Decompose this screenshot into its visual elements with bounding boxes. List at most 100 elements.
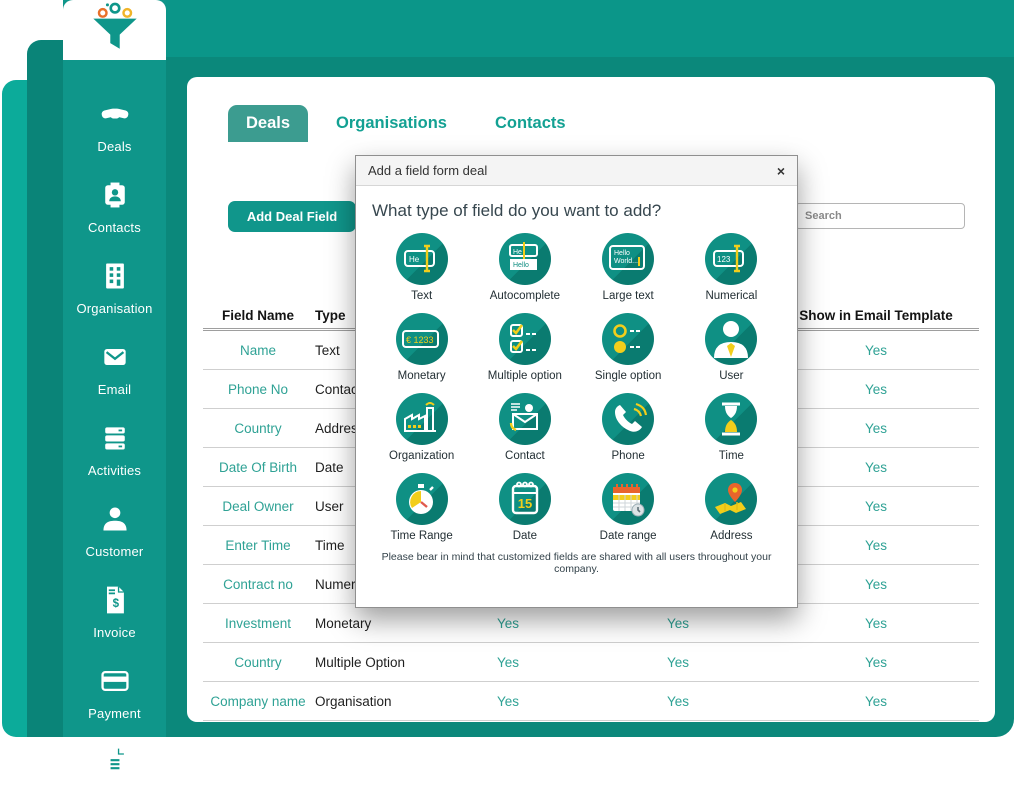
svg-text:$: $ <box>112 598 119 610</box>
yes-cell: Yes <box>666 693 690 709</box>
sidebar-item-label: Deals <box>97 139 132 154</box>
sidebar-item-label: Customer <box>85 544 144 559</box>
sidebar-nav: Deals Contacts Organisation Email Activi… <box>63 98 166 802</box>
tile-label: Time <box>718 450 744 462</box>
text-field-icon: He <box>395 233 448 285</box>
field-type-tile-user[interactable]: User <box>681 313 781 382</box>
yes-cell: Yes <box>864 498 888 514</box>
add-deal-field-button[interactable]: Add Deal Field <box>228 201 356 232</box>
sidebar-item-activities[interactable]: Activities <box>63 422 166 478</box>
sidebar-item-customer[interactable]: Customer <box>63 503 166 559</box>
sidebar-item-payment[interactable]: Payment <box>63 665 166 721</box>
field-name-link[interactable]: Deal Owner <box>203 499 313 514</box>
sidebar-item-label: Organisation <box>76 301 153 316</box>
dialog-heading: What type of field do you want to add? <box>372 201 662 220</box>
sidebar-item-contacts[interactable]: Contacts <box>63 179 166 235</box>
field-type-tile-address[interactable]: Address <box>681 473 781 542</box>
field-type-tile-monetary[interactable]: € 1233 Monetary <box>372 313 472 382</box>
tile-label: Monetary <box>397 370 446 382</box>
sidebar-item-label: Invoice <box>93 625 136 640</box>
background-strip-dark <box>27 40 63 737</box>
yes-cell: Yes <box>864 615 888 631</box>
field-name-link[interactable]: Date Of Birth <box>203 460 313 475</box>
tab-deals[interactable]: Deals <box>228 105 309 142</box>
field-name-link[interactable]: Phone No <box>203 382 313 397</box>
field-type-tile-numerical[interactable]: 123 Numerical <box>681 233 781 302</box>
time-range-icon <box>395 473 448 525</box>
field-type-tile-text[interactable]: He Text <box>372 233 472 302</box>
tile-label: Large text <box>602 290 654 302</box>
sidebar-item-label: Contacts <box>88 220 141 235</box>
dialog-header: Add a field form deal × <box>356 156 797 186</box>
field-type-tile-phone[interactable]: Phone <box>578 393 678 462</box>
field-type-tile-single-option[interactable]: Single option <box>578 313 678 382</box>
contact-card-icon <box>99 179 131 216</box>
yes-cell: Yes <box>864 420 888 436</box>
tile-label: Single option <box>594 370 662 382</box>
yes-cell: Yes <box>496 615 520 631</box>
field-name-link[interactable]: Country <box>203 421 313 436</box>
svg-text:123: 123 <box>717 255 731 264</box>
tile-label: Autocomplete <box>489 290 561 302</box>
background-strip-bright <box>2 80 27 737</box>
field-name-link[interactable]: Name <box>203 343 313 358</box>
tile-label: Numerical <box>705 290 758 302</box>
tile-label: Text <box>411 290 433 302</box>
yes-cell: Yes <box>864 342 888 358</box>
field-type-cell: Monetary <box>315 615 372 631</box>
field-name-link[interactable]: Company name <box>203 694 313 709</box>
sidebar-item-invoice[interactable]: $ Invoice <box>63 584 166 640</box>
yes-cell: Yes <box>666 654 690 670</box>
field-type-tile-contact[interactable]: Contact <box>475 393 575 462</box>
app-logo[interactable] <box>63 0 166 60</box>
col-header-field-name: Field Name <box>221 308 295 323</box>
yes-cell: Yes <box>496 654 520 670</box>
handshake-icon <box>99 98 131 135</box>
yes-cell: Yes <box>864 654 888 670</box>
field-type-tile-organization[interactable]: Organization <box>372 393 472 462</box>
search-input[interactable] <box>795 203 965 229</box>
field-name-link[interactable]: Country <box>203 655 313 670</box>
tile-label: Contact <box>505 450 545 462</box>
svg-text:World....: World.... <box>614 258 640 265</box>
date-icon: 15 <box>498 473 551 525</box>
field-name-link[interactable]: Contract no <box>203 577 313 592</box>
yes-cell: Yes <box>864 459 888 475</box>
sidebar-item-reports[interactable]: Reports <box>63 746 166 802</box>
field-type-tile-multiple-option[interactable]: Multiple option <box>475 313 575 382</box>
field-type-tile-date-range[interactable]: Date range <box>578 473 678 542</box>
large-text-icon: Hello World.... <box>602 233 655 285</box>
sidebar-item-deals[interactable]: Deals <box>63 98 166 154</box>
invoice-icon: $ <box>99 584 131 621</box>
report-icon <box>99 746 131 783</box>
sidebar-item-organisation[interactable]: Organisation <box>63 260 166 316</box>
field-type-tile-large-text[interactable]: Hello World.... Large text <box>578 233 678 302</box>
organization-icon <box>395 393 448 445</box>
numerical-icon: 123 <box>705 233 758 285</box>
funnel-logo-icon <box>82 1 148 60</box>
yes-cell: Yes <box>666 615 690 631</box>
tab-organisations[interactable]: Organisations <box>316 105 467 142</box>
dialog-title: Add a field form deal <box>368 163 488 178</box>
table-row: Investment Monetary Yes Yes Yes <box>203 604 979 643</box>
sidebar-item-email[interactable]: Email <box>63 341 166 397</box>
field-type-tile-autocomplete[interactable]: He Hello Autocomplete <box>475 233 575 302</box>
field-type-tile-time[interactable]: Time <box>681 393 781 462</box>
field-name-link[interactable]: Investment <box>203 616 313 631</box>
col-header-email-template: Show in Email Template <box>799 308 953 323</box>
yes-cell: Yes <box>864 693 888 709</box>
dialog-note: Please bear in mind that customized fiel… <box>381 551 772 575</box>
svg-text:Hello: Hello <box>614 250 630 257</box>
svg-text:€ 1233: € 1233 <box>406 335 434 345</box>
field-type-tile-date[interactable]: 15 Date <box>475 473 575 542</box>
user-icon <box>705 313 758 365</box>
tab-contacts[interactable]: Contacts <box>475 105 586 142</box>
svg-text:He: He <box>409 255 420 264</box>
field-name-link[interactable]: Enter Time <box>203 538 313 553</box>
yes-cell: Yes <box>864 576 888 592</box>
time-icon <box>705 393 758 445</box>
address-icon <box>705 473 758 525</box>
multiple-option-icon <box>498 313 551 365</box>
close-icon[interactable]: × <box>777 164 785 178</box>
field-type-tile-time-range[interactable]: Time Range <box>372 473 472 542</box>
